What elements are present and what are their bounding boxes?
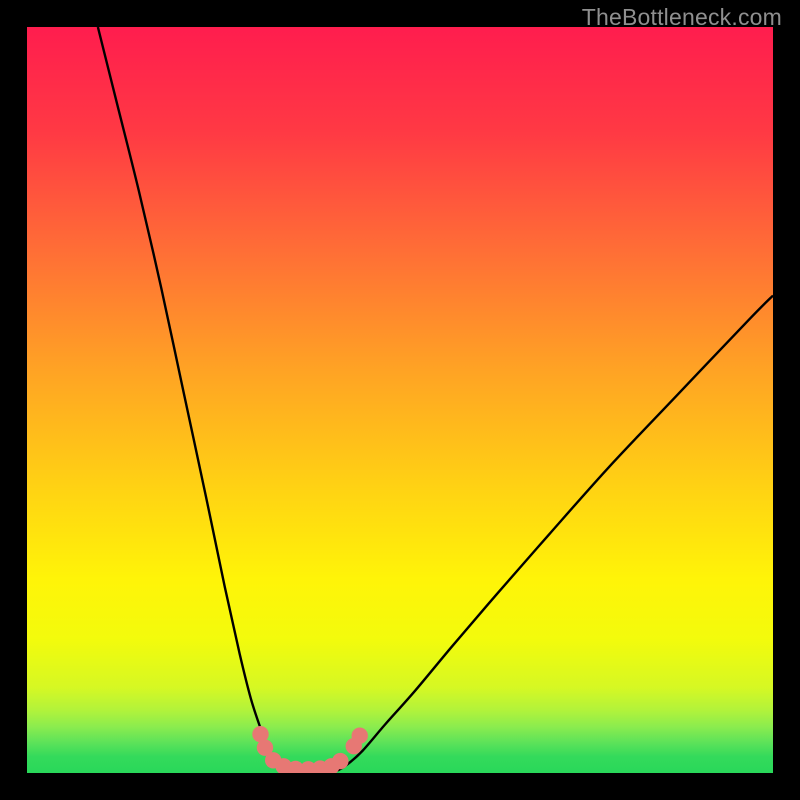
- plot-area: [27, 27, 773, 773]
- marker-dot: [332, 753, 348, 769]
- marker-dot: [352, 728, 368, 744]
- outer-frame: TheBottleneck.com: [0, 0, 800, 800]
- chart-canvas: [27, 27, 773, 773]
- gradient-background: [27, 27, 773, 773]
